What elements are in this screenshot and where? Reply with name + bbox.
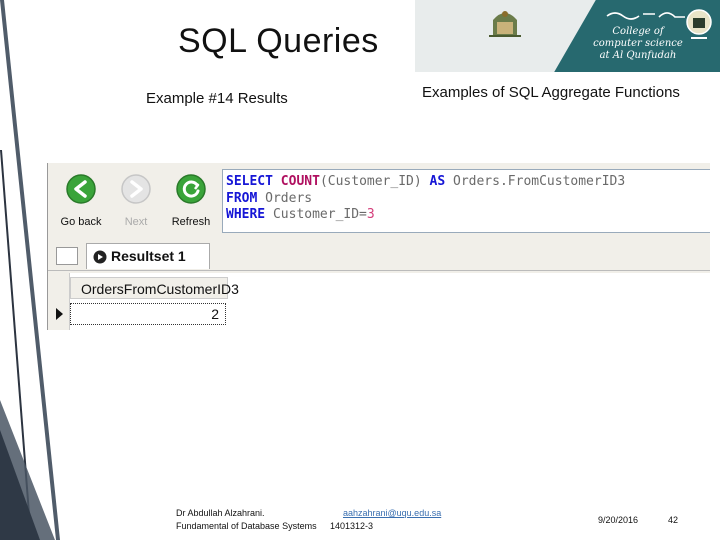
result-cell[interactable]: 2	[70, 303, 226, 325]
sql-line-2: FROM Orders	[223, 191, 710, 208]
slide-title: SQL Queries	[178, 22, 379, 60]
results-grid: OrdersFromCustomerID3 2	[48, 273, 710, 330]
sql-line-3: WHERE Customer_ID=3	[223, 207, 710, 224]
footer-course-code: 1401312-3	[330, 521, 374, 531]
sql-keyword: FROM	[226, 190, 258, 206]
resultset-icon	[93, 250, 107, 264]
sql-value: 3	[366, 207, 375, 222]
refresh-button[interactable]: Refresh	[166, 173, 216, 231]
sql-condition: Customer_ID=	[272, 207, 367, 222]
current-row-arrow-icon	[56, 308, 63, 320]
footer-date: 9/20/2016	[598, 515, 639, 525]
college-logo: College of computer science at Al Qunfud…	[559, 2, 714, 68]
emblem-icon	[489, 11, 521, 37]
row-indicator-column	[48, 273, 70, 330]
column-header[interactable]: OrdersFromCustomerID3	[70, 277, 239, 299]
sql-table: Orders	[265, 190, 313, 206]
go-back-label: Go back	[60, 216, 102, 228]
header-banner: College of computer science at Al Qunfud…	[415, 0, 720, 72]
tab-label: Resultset 1	[111, 248, 186, 264]
section-title: Examples of SQL Aggregate Functions	[422, 84, 680, 101]
next-label: Next	[124, 216, 148, 228]
college-name-line2: at Al Qunfudah	[599, 50, 677, 61]
footer-author: Dr Abdullah Alzahrani.	[176, 508, 265, 518]
refresh-label: Refresh	[171, 216, 211, 228]
footer-course: Fundamental of Database Systems	[176, 521, 317, 531]
next-button[interactable]: Next	[111, 173, 161, 231]
back-arrow-icon	[66, 174, 96, 204]
university-seal-icon	[686, 9, 712, 39]
sql-function: COUNT	[280, 174, 320, 189]
refresh-icon	[176, 174, 206, 204]
sql-keyword: SELECT	[226, 174, 273, 189]
sql-keyword: AS	[429, 174, 446, 189]
results-tab-bar: Resultset 1	[48, 241, 710, 271]
college-name-line1: College of computer science	[593, 26, 683, 49]
checkbox-toggle[interactable]	[56, 247, 78, 265]
sql-arguments: (Customer_ID)	[319, 174, 422, 189]
query-tool-screenshot: Go back Next Refresh SELECT COUNT(Custom…	[47, 163, 710, 330]
go-back-button[interactable]: Go back	[56, 173, 106, 231]
arabic-script-icon	[606, 12, 685, 20]
sql-line-1: SELECT COUNT(Customer_ID) AS Orders.From…	[223, 174, 710, 191]
page-number: 42	[668, 515, 679, 525]
slide-subtitle: Example #14 Results	[146, 90, 288, 107]
forward-arrow-icon	[121, 174, 151, 204]
sql-keyword: WHERE	[226, 207, 266, 222]
sql-alias: Orders.FromCustomerID3	[453, 174, 626, 189]
footer-email-link[interactable]: aahzahrani@uqu.edu.sa	[343, 508, 441, 518]
sql-editor[interactable]: SELECT COUNT(Customer_ID) AS Orders.From…	[222, 169, 710, 233]
tab-resultset-1[interactable]: Resultset 1	[86, 243, 210, 269]
